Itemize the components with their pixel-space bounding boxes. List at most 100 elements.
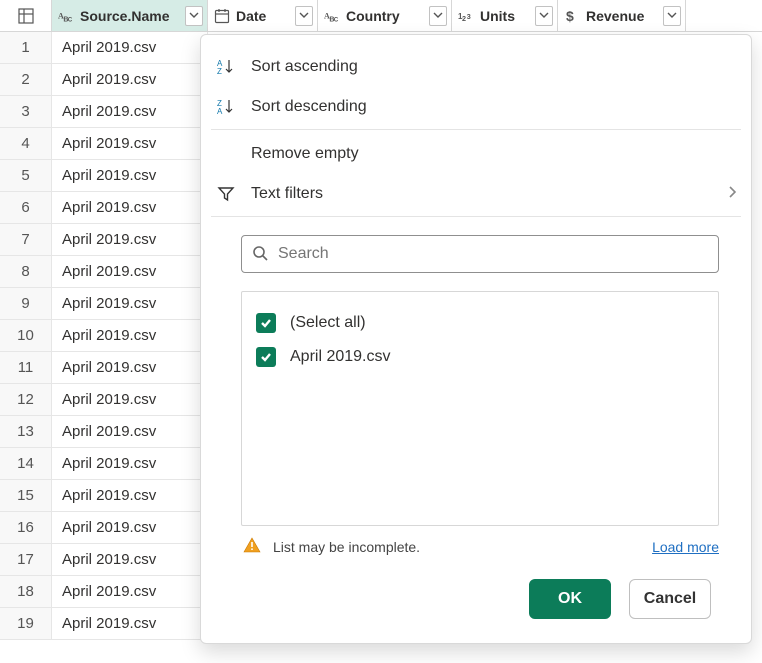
filter-value-row[interactable]: April 2019.csv bbox=[256, 340, 704, 374]
cell-source-name: April 2019.csv bbox=[52, 224, 208, 256]
row-number: 2 bbox=[0, 64, 52, 96]
cell-source-name: April 2019.csv bbox=[52, 352, 208, 384]
remove-empty-label: Remove empty bbox=[251, 145, 359, 163]
chevron-down-icon bbox=[539, 12, 549, 20]
row-number: 10 bbox=[0, 320, 52, 352]
column-label: Country bbox=[346, 8, 423, 24]
svg-text:$: $ bbox=[566, 8, 574, 24]
column-headers: ABC Source.Name Date ABC Country 123 Units $Rev… bbox=[0, 0, 762, 32]
column-header-revenue[interactable]: $Revenue bbox=[558, 0, 686, 31]
filter-popup: AZ Sort ascending ZA Sort descending Rem… bbox=[200, 34, 752, 644]
cell-source-name: April 2019.csv bbox=[52, 480, 208, 512]
cell-source-name: April 2019.csv bbox=[52, 320, 208, 352]
column-header-units[interactable]: 123 Units bbox=[452, 0, 558, 31]
cell-source-name: April 2019.csv bbox=[52, 416, 208, 448]
search-icon bbox=[252, 245, 268, 264]
cell-source-name: April 2019.csv bbox=[52, 192, 208, 224]
svg-text:Z: Z bbox=[217, 67, 222, 76]
column-header-date[interactable]: Date bbox=[208, 0, 318, 31]
warning-icon bbox=[243, 536, 261, 557]
svg-text:3: 3 bbox=[467, 12, 471, 21]
incomplete-text: List may be incomplete. bbox=[273, 539, 420, 555]
checkbox-checked-icon bbox=[256, 313, 276, 333]
chevron-right-icon bbox=[727, 185, 737, 204]
cell-source-name: April 2019.csv bbox=[52, 448, 208, 480]
sort-descending[interactable]: ZA Sort descending bbox=[211, 87, 741, 127]
chevron-down-icon bbox=[299, 12, 309, 20]
cell-source-name: April 2019.csv bbox=[52, 160, 208, 192]
cancel-button[interactable]: Cancel bbox=[629, 579, 711, 619]
row-number: 13 bbox=[0, 416, 52, 448]
sort-desc-icon: ZA bbox=[215, 98, 237, 116]
column-filter-button[interactable] bbox=[429, 6, 447, 26]
cell-source-name: April 2019.csv bbox=[52, 384, 208, 416]
row-number: 8 bbox=[0, 256, 52, 288]
svg-text:C: C bbox=[334, 16, 339, 23]
button-row: OK Cancel bbox=[201, 561, 751, 643]
search-box[interactable] bbox=[241, 235, 719, 273]
sort-ascending[interactable]: AZ Sort ascending bbox=[211, 47, 741, 87]
cell-source-name: April 2019.csv bbox=[52, 64, 208, 96]
load-more-link[interactable]: Load more bbox=[652, 539, 719, 555]
filter-values: (Select all) April 2019.csv bbox=[241, 291, 719, 526]
column-filter-button[interactable] bbox=[663, 6, 681, 26]
sort-asc-icon: AZ bbox=[215, 58, 237, 76]
type-text-icon: ABC bbox=[58, 8, 74, 24]
incomplete-warning: List may be incomplete. Load more bbox=[241, 526, 719, 561]
column-filter-button[interactable] bbox=[535, 6, 553, 26]
row-number-header[interactable] bbox=[0, 0, 52, 31]
filter-icon bbox=[215, 185, 237, 203]
select-all-row[interactable]: (Select all) bbox=[256, 306, 704, 340]
row-number: 7 bbox=[0, 224, 52, 256]
type-text-icon: ABC bbox=[324, 8, 340, 24]
text-filters[interactable]: Text filters bbox=[211, 174, 741, 214]
search-input[interactable] bbox=[278, 245, 708, 263]
row-number: 17 bbox=[0, 544, 52, 576]
row-number: 1 bbox=[0, 32, 52, 64]
cell-source-name: April 2019.csv bbox=[52, 128, 208, 160]
column-header-source-name[interactable]: ABC Source.Name bbox=[52, 0, 208, 31]
svg-text:2: 2 bbox=[462, 13, 466, 22]
cell-source-name: April 2019.csv bbox=[52, 608, 208, 640]
column-header-country[interactable]: ABC Country bbox=[318, 0, 452, 31]
row-number: 18 bbox=[0, 576, 52, 608]
menu-divider bbox=[211, 129, 741, 130]
type-number-icon: 123 bbox=[458, 8, 474, 24]
type-date-icon bbox=[214, 8, 230, 24]
cell-source-name: April 2019.csv bbox=[52, 32, 208, 64]
chevron-down-icon bbox=[667, 12, 677, 20]
select-all-label: (Select all) bbox=[290, 314, 366, 332]
svg-text:C: C bbox=[68, 16, 73, 23]
row-number: 15 bbox=[0, 480, 52, 512]
row-number: 5 bbox=[0, 160, 52, 192]
cell-source-name: April 2019.csv bbox=[52, 576, 208, 608]
cell-source-name: April 2019.csv bbox=[52, 96, 208, 128]
row-number: 19 bbox=[0, 608, 52, 640]
menu-divider bbox=[211, 216, 741, 217]
chevron-down-icon bbox=[433, 12, 443, 20]
cell-source-name: April 2019.csv bbox=[52, 544, 208, 576]
row-number: 3 bbox=[0, 96, 52, 128]
column-label: Source.Name bbox=[80, 8, 179, 24]
row-number: 16 bbox=[0, 512, 52, 544]
row-number: 9 bbox=[0, 288, 52, 320]
column-filter-button[interactable] bbox=[295, 6, 313, 26]
cell-source-name: April 2019.csv bbox=[52, 512, 208, 544]
table-icon bbox=[18, 8, 34, 24]
sort-ascending-label: Sort ascending bbox=[251, 58, 358, 76]
ok-button[interactable]: OK bbox=[529, 579, 611, 619]
cell-source-name: April 2019.csv bbox=[52, 288, 208, 320]
column-label: Units bbox=[480, 8, 529, 24]
chevron-down-icon bbox=[189, 12, 199, 20]
row-number: 6 bbox=[0, 192, 52, 224]
column-label: Date bbox=[236, 8, 289, 24]
checkbox-checked-icon bbox=[256, 347, 276, 367]
row-number: 14 bbox=[0, 448, 52, 480]
row-number: 12 bbox=[0, 384, 52, 416]
filter-value-label: April 2019.csv bbox=[290, 348, 391, 366]
svg-text:A: A bbox=[217, 107, 223, 116]
remove-empty[interactable]: Remove empty bbox=[211, 134, 741, 174]
text-filters-label: Text filters bbox=[251, 185, 323, 203]
cell-source-name: April 2019.csv bbox=[52, 256, 208, 288]
column-filter-button[interactable] bbox=[185, 6, 203, 26]
